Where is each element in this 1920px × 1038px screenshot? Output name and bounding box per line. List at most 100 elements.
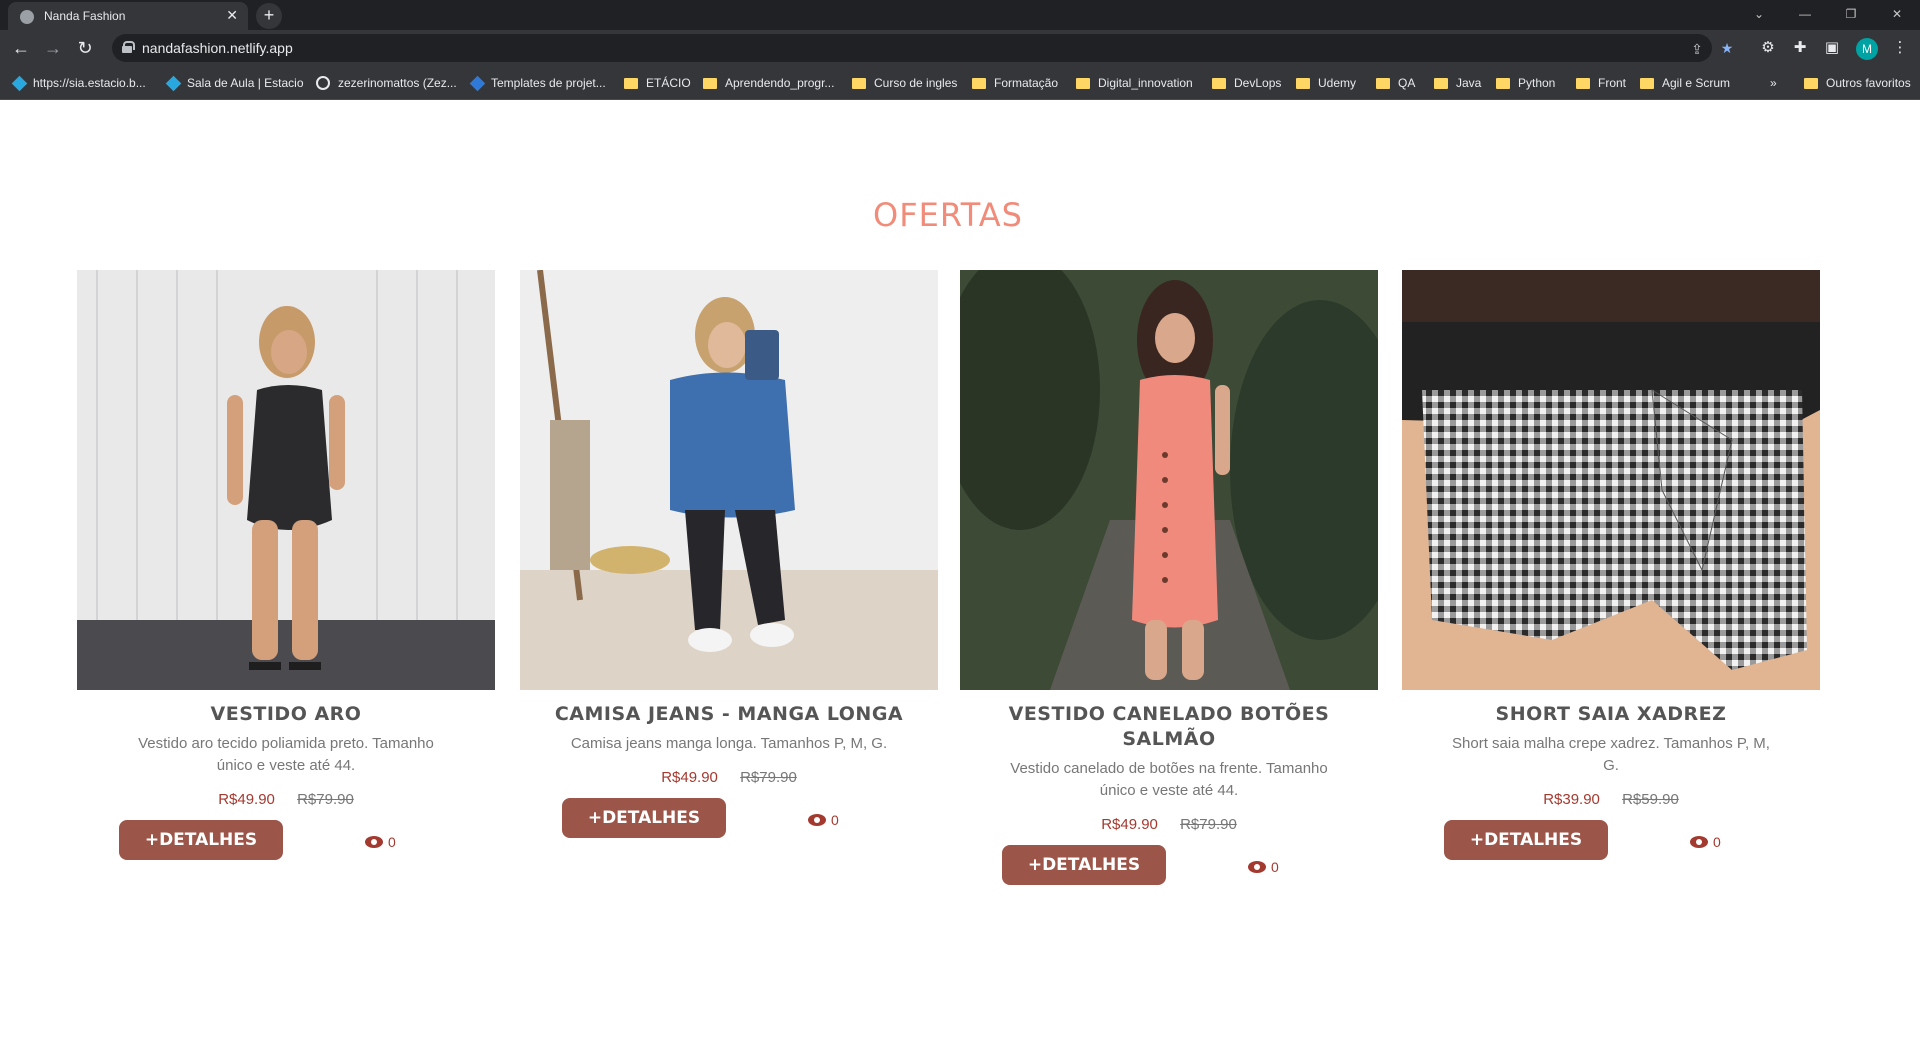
current-price: R$49.90 [1101, 816, 1158, 833]
details-button[interactable]: +DETALHES [1444, 820, 1608, 860]
bookmark-item[interactable]: Front [1576, 75, 1626, 91]
bookmark-item[interactable]: DevLops [1212, 75, 1281, 91]
card-actions: +DETALHES 0 [77, 820, 495, 868]
folder-icon [972, 77, 986, 89]
eye-icon [808, 814, 826, 826]
bookmark-item[interactable]: Python [1496, 75, 1555, 91]
browser-toolbar: ← → ↻ nandafashion.netlify.app ⇪ ★ ⚙ ✚ ▣… [0, 30, 1920, 66]
old-price: R$79.90 [1180, 816, 1237, 833]
product-photo[interactable] [520, 270, 938, 690]
side-panel-icon[interactable]: ▣ [1822, 38, 1842, 58]
bookmark-label: Formatação [994, 76, 1059, 90]
product-card: VESTIDO ARO Vestido aro tecido poliamida… [77, 270, 495, 868]
bookmark-label: Agil e Scrum [1662, 76, 1731, 90]
new-tab-button[interactable]: + [256, 3, 282, 29]
restore-icon[interactable]: ❐ [1828, 0, 1874, 30]
view-count-value: 0 [1713, 834, 1721, 850]
bookmark-label: QA [1398, 76, 1416, 90]
bookmark-label: zezerinomattos (Zez... [338, 76, 457, 90]
current-price: R$39.90 [1543, 791, 1600, 808]
gear-extension-icon[interactable]: ⚙ [1758, 38, 1778, 58]
tab-strip: Nanda Fashion ✕ + ⌄ — ❐ ✕ [0, 0, 1920, 30]
star-icon[interactable]: ★ [1718, 39, 1736, 57]
profile-avatar[interactable]: M [1856, 38, 1878, 60]
view-count-value: 0 [388, 834, 396, 850]
section-title: OFERTAS [873, 196, 1023, 234]
bookmark-item[interactable]: ETÁCIO [624, 75, 691, 91]
details-button[interactable]: +DETALHES [1002, 845, 1166, 885]
product-card: SHORT SAIA XADREZ Short saia malha crepe… [1402, 270, 1820, 868]
minimize-icon[interactable]: — [1782, 0, 1828, 30]
bookmark-item[interactable]: Agil e Scrum [1640, 75, 1730, 91]
price-row: R$49.90 R$79.90 [77, 791, 495, 808]
bookmark-label: DevLops [1234, 76, 1282, 90]
bookmark-item[interactable]: Java [1434, 75, 1481, 91]
eye-icon [365, 836, 383, 848]
details-button[interactable]: +DETALHES [562, 798, 726, 838]
bookmark-item[interactable]: Digital_innovation [1076, 75, 1193, 91]
reload-icon[interactable]: ↻ [72, 36, 98, 60]
page-content: OFERTAS VESTIDO ARO Vestido aro tecido p… [0, 100, 1920, 1038]
menu-kebab-icon[interactable]: ⋮ [1890, 38, 1910, 58]
bookmark-item[interactable]: Formatação [972, 75, 1058, 91]
woman-black-dress-photo [77, 270, 495, 690]
bookmark-item[interactable]: Curso de ingles [852, 75, 957, 91]
share-icon[interactable]: ⇪ [1688, 40, 1706, 58]
product-card: VESTIDO CANELADO BOTÕES SALMÃO Vestido c… [960, 270, 1378, 893]
window-controls: ⌄ — ❐ ✕ [1736, 0, 1920, 30]
github-icon [316, 76, 330, 90]
product-description: Camisa jeans manga longa. Tamanhos P, M,… [570, 735, 888, 752]
address-bar[interactable]: nandafashion.netlify.app [112, 34, 1712, 62]
bookmark-item[interactable]: Templates de projet... [469, 75, 606, 91]
folder-icon [1296, 77, 1310, 89]
folder-icon [852, 77, 866, 89]
bookmark-item[interactable]: https://sia.estacio.b... [11, 75, 146, 91]
tab-search-icon[interactable]: ⌄ [1736, 0, 1782, 30]
product-photo[interactable] [77, 270, 495, 690]
browser-tab[interactable]: Nanda Fashion ✕ [8, 2, 248, 30]
close-window-icon[interactable]: ✕ [1874, 0, 1920, 30]
more-bookmarks-chevron[interactable]: » [1770, 75, 1777, 91]
bookmark-item[interactable]: Aprendendo_progr... [703, 75, 834, 91]
view-count: 0 [1248, 859, 1279, 875]
card-actions: +DETALHES 0 [960, 845, 1378, 893]
bookmark-item[interactable]: Sala de Aula | Estacio [165, 75, 304, 91]
bookmark-item[interactable]: zezerinomattos (Zez... [316, 75, 457, 91]
puzzle-extensions-icon[interactable]: ✚ [1790, 38, 1810, 58]
other-favorites[interactable]: Outros favoritos [1804, 75, 1911, 91]
details-button[interactable]: +DETALHES [119, 820, 283, 860]
forward-arrow-icon[interactable]: → [40, 36, 66, 60]
product-name: VESTIDO ARO [210, 703, 362, 725]
folder-icon [1434, 77, 1448, 89]
view-count: 0 [365, 834, 396, 850]
old-price: R$79.90 [297, 791, 354, 808]
bookmark-item[interactable]: Udemy [1296, 75, 1356, 91]
view-count-value: 0 [831, 812, 839, 828]
product-description: Vestido canelado de botões na frente. Ta… [1010, 760, 1328, 799]
view-count: 0 [1690, 834, 1721, 850]
tab-close-icon[interactable]: ✕ [226, 7, 238, 24]
bookmark-label: ETÁCIO [646, 76, 691, 90]
folder-icon [1076, 77, 1090, 89]
bookmark-label: Front [1598, 76, 1627, 90]
back-arrow-icon[interactable]: ← [8, 36, 34, 60]
url-text[interactable]: nandafashion.netlify.app [142, 40, 293, 56]
bookmark-label: Python [1518, 76, 1556, 90]
card-actions: +DETALHES 0 [520, 798, 938, 846]
current-price: R$49.90 [218, 791, 275, 808]
eye-icon [1248, 861, 1266, 873]
folder-icon [1212, 77, 1226, 89]
bookmark-item[interactable]: QA [1376, 75, 1415, 91]
bookmark-label: Aprendendo_progr... [725, 76, 835, 90]
product-photo[interactable] [960, 270, 1378, 690]
bookmark-label: Outros favoritos [1826, 76, 1911, 90]
woman-salmon-dress-photo [960, 270, 1378, 690]
product-description: Vestido aro tecido poliamida preto. Tama… [138, 735, 434, 774]
eye-icon [1690, 836, 1708, 848]
price-row: R$49.90 R$79.90 [520, 769, 938, 786]
current-price: R$49.90 [661, 769, 718, 786]
price-row: R$39.90 R$59.90 [1402, 791, 1820, 808]
product-photo[interactable] [1402, 270, 1820, 690]
folder-icon [1496, 77, 1510, 89]
card-actions: +DETALHES 0 [1402, 820, 1820, 868]
